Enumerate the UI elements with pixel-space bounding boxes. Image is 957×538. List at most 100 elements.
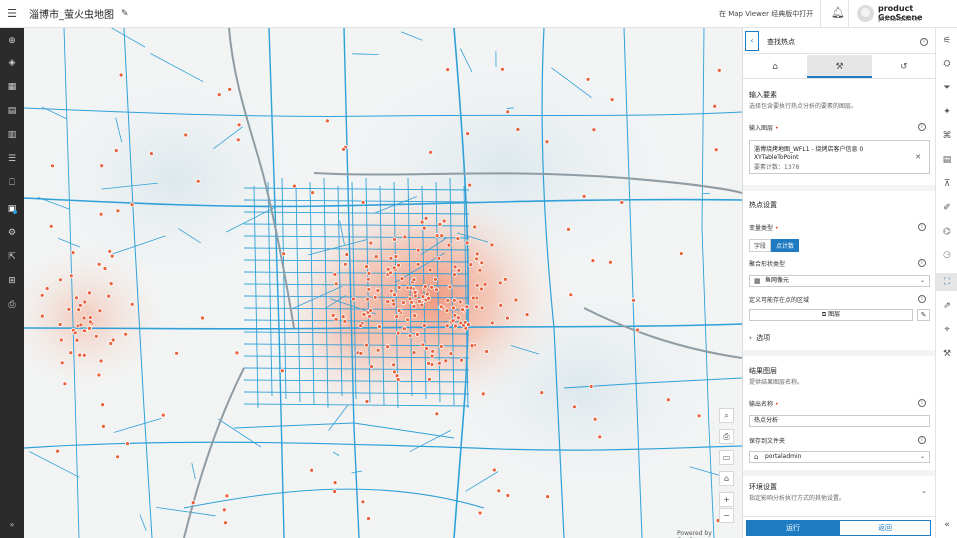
- legend-icon[interactable]: ☰: [0, 150, 24, 168]
- location-icon[interactable]: ⌖: [936, 321, 957, 339]
- map-point: [351, 296, 356, 302]
- map-point: [666, 397, 671, 403]
- labels-icon[interactable]: ⊼: [936, 175, 957, 193]
- directions-icon[interactable]: ⇗: [936, 297, 957, 315]
- search-icon[interactable]: ⌕: [719, 408, 734, 423]
- map-point: [234, 350, 240, 356]
- zoom-out-button[interactable]: −: [719, 508, 734, 523]
- map-point: [373, 254, 379, 260]
- share-icon[interactable]: ⇱: [0, 248, 24, 266]
- menu-icon[interactable]: ☰: [0, 7, 24, 20]
- map-point: [696, 413, 702, 419]
- sketch-icon[interactable]: ⌬: [936, 223, 957, 241]
- map-point: [160, 412, 166, 418]
- map-point: [340, 314, 346, 320]
- grid-icon[interactable]: ⊞: [0, 272, 24, 290]
- map-point: [468, 262, 474, 268]
- history-tab-icon[interactable]: ↺: [872, 55, 935, 78]
- home-tab-icon[interactable]: ⌂: [743, 55, 807, 78]
- map-point: [451, 272, 457, 278]
- filter-icon[interactable]: ⏷: [936, 79, 957, 97]
- map-point: [392, 236, 397, 242]
- map-point: [396, 262, 402, 268]
- popups-icon[interactable]: ⌘: [936, 127, 957, 145]
- info-icon[interactable]: i: [918, 399, 926, 407]
- effects-icon[interactable]: ✦: [936, 103, 957, 121]
- map-point: [78, 322, 84, 328]
- expand-toolbar-icon[interactable]: »: [0, 520, 24, 529]
- styles-icon[interactable]: ⛭: [936, 55, 957, 73]
- map-point: [109, 253, 115, 259]
- draw-area-icon[interactable]: ✎: [917, 309, 930, 321]
- zoom-in-button[interactable]: +: [719, 492, 734, 507]
- tool-tab-icon[interactable]: ⚒: [807, 55, 872, 78]
- info-icon[interactable]: i: [918, 436, 926, 444]
- map-point: [581, 193, 587, 199]
- map-point: [479, 305, 485, 311]
- return-button[interactable]: 返回: [839, 520, 931, 536]
- info-icon[interactable]: i: [918, 259, 926, 267]
- map-point: [81, 352, 87, 358]
- print-icon[interactable]: ⎙: [0, 296, 24, 314]
- map-point: [39, 313, 45, 319]
- left-toolbar: ⊕ ◈ ▦ ▤ ▥ ☰ ⎕ ▣ ⚙ ⇱ ⊞ ⎙ »: [0, 28, 24, 538]
- table-icon[interactable]: ▤: [0, 102, 24, 120]
- analysis-tools-icon[interactable]: ⛶: [936, 273, 957, 291]
- add-icon[interactable]: ⊕: [0, 32, 24, 50]
- map-point: [444, 323, 450, 329]
- map-point: [39, 292, 45, 298]
- info-icon[interactable]: i: [918, 295, 926, 303]
- map-point: [235, 137, 241, 143]
- properties-icon[interactable]: ⚟: [936, 32, 957, 50]
- chevron-down-icon[interactable]: ⌄: [921, 487, 927, 495]
- map-point: [450, 318, 456, 324]
- aggregation-select[interactable]: ▦ 鱼网像元 ⌄: [749, 275, 930, 287]
- map-point: [333, 281, 339, 287]
- open-classic-viewer-link[interactable]: 在 Map Viewer 经典版中打开: [719, 9, 813, 19]
- layers-icon[interactable]: ◈: [0, 54, 24, 72]
- output-name-input[interactable]: 热点分析: [749, 415, 930, 427]
- required-marker: •: [774, 125, 779, 132]
- map-point: [489, 320, 495, 326]
- chart-icon[interactable]: ▥: [0, 126, 24, 144]
- variable-type-point-count[interactable]: 点计数: [771, 239, 800, 252]
- measure-icon[interactable]: ⚆: [936, 247, 957, 265]
- remove-layer-icon[interactable]: ✕: [915, 153, 921, 161]
- map-point: [115, 454, 120, 460]
- info-icon[interactable]: i: [918, 123, 926, 131]
- map-point: [324, 118, 330, 124]
- avatar[interactable]: [857, 5, 874, 22]
- notification-bell-icon[interactable]: 🔔︎: [831, 6, 845, 19]
- analysis-icon[interactable]: ▣: [0, 200, 24, 218]
- map-point: [499, 66, 505, 72]
- input-layer-label-text: 输入图层: [749, 125, 774, 132]
- edit-icon[interactable]: ✐: [936, 199, 957, 217]
- run-button[interactable]: 运行: [746, 520, 840, 536]
- collapse-panel-icon[interactable]: «: [936, 516, 957, 534]
- info-icon[interactable]: i: [918, 223, 926, 231]
- settings-icon[interactable]: ⚙: [0, 224, 24, 242]
- bookmark-icon[interactable]: ⎕: [0, 174, 24, 192]
- basemap-icon[interactable]: ▦: [0, 78, 24, 96]
- map-point: [426, 295, 432, 301]
- chevron-down-icon: ⌄: [919, 453, 925, 460]
- edit-title-icon[interactable]: ✎: [121, 9, 129, 19]
- folder-select[interactable]: ⌂ portaladmin ⌄: [749, 451, 930, 463]
- map-view[interactable]: Powered by GeoScene: [24, 28, 742, 538]
- map-point: [572, 404, 577, 410]
- variable-type-field[interactable]: 字段: [749, 239, 772, 252]
- tool-icon[interactable]: ⚒: [936, 345, 957, 363]
- select-layer-button[interactable]: ⧉ 图层: [749, 309, 913, 321]
- screen-icon[interactable]: ▭: [719, 450, 734, 465]
- print-icon[interactable]: ⎙: [719, 429, 734, 444]
- input-layer-box[interactable]: 淄博烧烤地图_WFL1 - 烧烤店客户信息 0 XYTableToPoint 要…: [749, 140, 930, 174]
- panel-back-button[interactable]: ‹: [745, 31, 759, 51]
- info-icon[interactable]: i: [920, 38, 928, 46]
- options-toggle[interactable]: › 选项: [749, 333, 770, 343]
- map-point: [68, 273, 74, 279]
- map-point: [48, 223, 54, 229]
- home-icon[interactable]: ⌂: [719, 471, 734, 486]
- env-section-title[interactable]: 环境设置: [749, 482, 777, 492]
- map-point: [497, 280, 503, 286]
- fields-icon[interactable]: ▤: [936, 151, 957, 169]
